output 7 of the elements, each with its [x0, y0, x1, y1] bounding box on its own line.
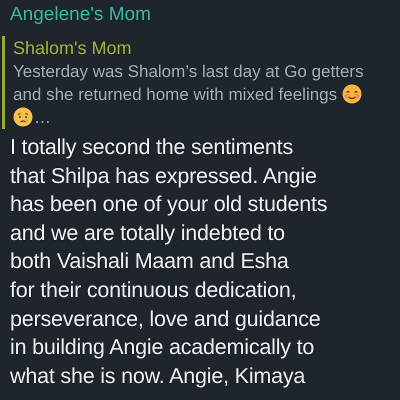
reply-text: Yesterday was Shalom’s last day at Go getters and she returned home with mixed feelings …: [13, 61, 365, 129]
reply-quote[interactable]: Shalom's Mom Yesterday was Shalom’s last day at Go getters and she returned home with mixed feelings …: [2, 36, 383, 129]
reply-sender: Shalom's Mom: [13, 37, 132, 60]
message-text: I totally second the sentiments that Shilpa has expressed. Angie has been one of your old students and we are totally indebted to both Vaishali Maam and Esha for their continuous dedication, perseverance, love and guidance in building Angie academically to what she is now. Angie, Kimaya: [10, 134, 328, 390]
sender-name: Angelene's Mom: [10, 3, 152, 27]
smiling-face-icon: [342, 84, 362, 104]
crying-face-icon: [13, 107, 33, 127]
